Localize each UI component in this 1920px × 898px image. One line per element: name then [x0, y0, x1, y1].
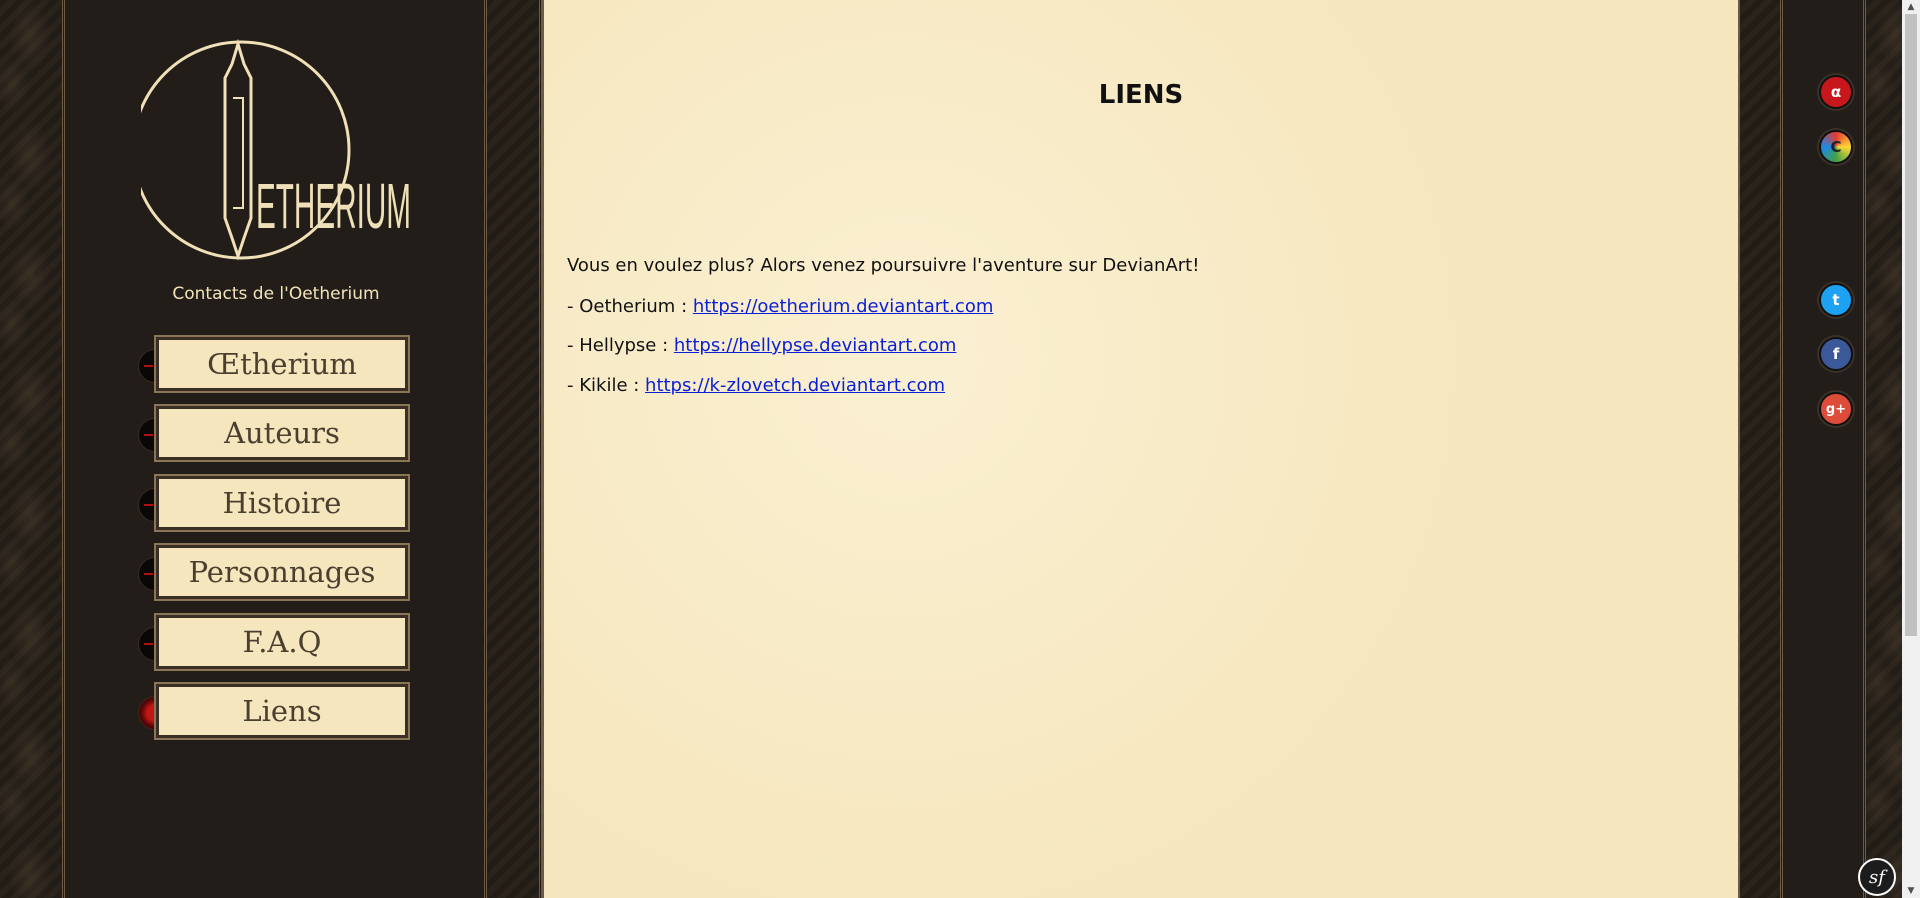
deviantart-icon[interactable]: α — [1819, 75, 1853, 109]
scrollbar-thumb[interactable] — [1905, 14, 1917, 636]
oetherium-logo[interactable]: ETHERIUM — [141, 38, 413, 263]
link-prefix: - Kikile : — [567, 375, 646, 396]
scroll-up-icon[interactable]: ▲ — [1902, 0, 1920, 14]
svg-text:ETHERIUM: ETHERIUM — [256, 170, 411, 242]
hellypse-link[interactable]: https://hellypse.deviantart.com — [674, 335, 957, 356]
color-c-icon[interactable]: C — [1819, 130, 1853, 164]
main-content — [542, 0, 1740, 898]
nav-label[interactable]: Histoire — [154, 474, 410, 532]
link-prefix: - Hellypse : — [567, 335, 674, 356]
intro-text: Vous en voulez plus? Alors venez poursui… — [567, 255, 1200, 276]
sidebar-ornament-border — [487, 0, 542, 898]
oetherium-link[interactable]: https://oetherium.deviantart.com — [693, 296, 994, 317]
nav-item-personnages[interactable]: Personnages — [138, 543, 414, 605]
google-plus-icon[interactable]: g+ — [1819, 392, 1853, 426]
nav-item-liens[interactable]: Liens — [138, 682, 414, 744]
nav-label[interactable]: Personnages — [154, 543, 410, 601]
link-line-oetherium: - Oetherium : https://oetherium.devianta… — [567, 296, 993, 317]
scroll-down-icon[interactable]: ▼ — [1902, 884, 1920, 898]
nav-label[interactable]: Auteurs — [154, 404, 410, 462]
nav-item-histoire[interactable]: Histoire — [138, 474, 414, 536]
facebook-icon[interactable]: f — [1819, 337, 1853, 371]
nav-item-oetherium[interactable]: Œtherium — [138, 335, 414, 397]
left-background — [0, 0, 62, 898]
nav-item-faq[interactable]: F.A.Q — [138, 613, 414, 675]
page-title: LIENS — [1098, 80, 1184, 110]
symfony-debug-icon[interactable]: sf — [1858, 858, 1896, 896]
kikile-link[interactable]: https://k-zlovetch.deviantart.com — [645, 375, 945, 396]
link-line-kikile: - Kikile : https://k-zlovetch.deviantart… — [567, 375, 945, 396]
contacts-label[interactable]: Contacts de l'Oetherium — [140, 284, 412, 304]
nav-label[interactable]: F.A.Q — [154, 613, 410, 671]
twitter-icon[interactable]: t — [1819, 283, 1853, 317]
right-edge-background — [1866, 0, 1902, 898]
link-prefix: - Oetherium : — [567, 296, 693, 317]
link-line-hellypse: - Hellypse : https://hellypse.deviantart… — [567, 335, 956, 356]
nav-label[interactable]: Liens — [154, 682, 410, 740]
nav-label[interactable]: Œtherium — [154, 335, 410, 393]
nav-item-auteurs[interactable]: Auteurs — [138, 404, 414, 466]
